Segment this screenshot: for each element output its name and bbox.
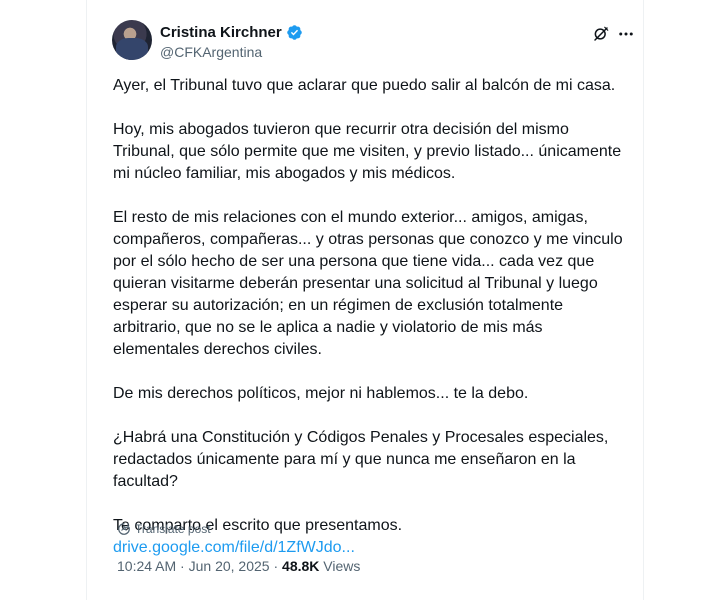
avatar-shoulders bbox=[116, 38, 148, 60]
views-count: 48.8K bbox=[282, 558, 320, 574]
views-label: Views bbox=[323, 558, 361, 574]
page: Cristina Kirchner @CFKArgentina Ayer, el… bbox=[0, 0, 722, 600]
post-meta: 10:24 AM · Jun 20, 2025 · 48.8K Views bbox=[117, 558, 360, 574]
post-paragraph: Ayer, el Tribunal tuvo que aclarar que p… bbox=[113, 77, 616, 94]
post-paragraph: Hoy, mis abogados tuvieron que recurrir … bbox=[113, 121, 622, 182]
post-text: Ayer, el Tribunal tuvo que aclarar que p… bbox=[113, 75, 633, 559]
post-time[interactable]: 10:24 AM bbox=[117, 558, 176, 574]
drive-link[interactable]: drive.google.com/file/d/1ZfWJdo... bbox=[113, 539, 355, 556]
meta-separator: · bbox=[176, 558, 189, 574]
meta-separator: · bbox=[269, 558, 283, 574]
post-paragraph: ¿Habrá una Constitución y Códigos Penale… bbox=[113, 429, 609, 490]
author-handle[interactable]: @CFKArgentina bbox=[160, 44, 262, 60]
post-paragraph: De mis derechos políticos, mejor ni habl… bbox=[113, 385, 529, 402]
post-paragraph: El resto de mis relaciones con el mundo … bbox=[113, 209, 623, 358]
author-name-row: Cristina Kirchner bbox=[160, 24, 303, 41]
translate-post-button[interactable]: Translate post bbox=[117, 522, 211, 536]
author-name[interactable]: Cristina Kirchner bbox=[160, 24, 282, 41]
more-options-icon[interactable] bbox=[616, 25, 636, 43]
translate-icon bbox=[118, 523, 130, 535]
translate-label: Translate post bbox=[135, 522, 211, 536]
grok-icon[interactable] bbox=[592, 25, 610, 43]
verified-badge-icon bbox=[286, 25, 302, 40]
post-date[interactable]: Jun 20, 2025 bbox=[189, 558, 270, 574]
avatar[interactable] bbox=[112, 20, 152, 60]
